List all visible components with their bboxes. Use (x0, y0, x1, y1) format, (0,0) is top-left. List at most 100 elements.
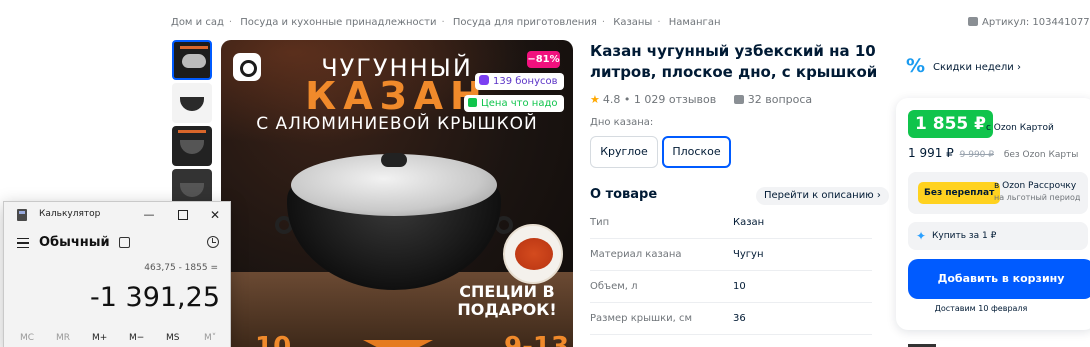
product-title: Казан чугунный узбекский на 10 литров, п… (590, 42, 878, 81)
goto-description-button[interactable]: Перейти к описанию › (756, 187, 889, 205)
maximize-button[interactable] (173, 205, 193, 225)
spice-bowl (503, 224, 563, 284)
memory-store-button[interactable]: MS (166, 333, 179, 343)
installment-text: в Ozon Рассрочку на льготный период (994, 180, 1080, 204)
spec-key: Объем, л (590, 281, 638, 292)
article-number[interactable]: Артикул: 1034410778 (968, 17, 1090, 28)
calculator-title: Калькулятор (39, 209, 101, 219)
history-icon[interactable] (207, 236, 219, 248)
spec-value: 36 (733, 313, 746, 324)
rating-separator: • (623, 93, 634, 106)
buy-for-1-button[interactable]: ✦ Купить за 1 ₽ (908, 222, 1088, 250)
breadcrumb-separator: · (228, 17, 233, 28)
breadcrumb-separator: · (601, 17, 606, 28)
spec-value: Чугун (733, 249, 764, 260)
spec-row: Материал казана Чугун (590, 239, 872, 271)
gift-text: СПЕЦИИ В ПОДАРОК! (457, 282, 557, 319)
breadcrumb-separator: · (657, 17, 661, 28)
top-cutoff-strip (0, 0, 1090, 6)
article-text: Артикул: 1034410778 (982, 17, 1090, 28)
installment-subtitle: на льготный период (994, 193, 1081, 202)
thumbnail[interactable] (172, 40, 212, 80)
thumbnail[interactable] (172, 126, 212, 166)
buy-for-1-label: Купить за 1 ₽ (932, 231, 997, 241)
spec-key: Размер крышки, см (590, 313, 693, 324)
calculator-expression: 463,75 - 1855 = (144, 263, 218, 273)
breadcrumb-item[interactable]: Дом и сад (171, 17, 224, 28)
old-price: 9 990 ₽ (959, 150, 994, 160)
option-label: Дно казана: (590, 117, 654, 128)
ozon-card-price: 1 855 ₽ (908, 110, 993, 138)
spec-row: Размер крышки, см 36 (590, 303, 872, 335)
regular-price: 1 991 ₽ (908, 146, 954, 160)
spec-row: Объем, л 10 (590, 271, 872, 303)
bonus-icon (479, 75, 489, 85)
sparkle-icon: ✦ (916, 229, 927, 243)
screen: Дом и сад · Посуда и кухонные принадлежно… (0, 0, 1090, 347)
breadcrumb-item[interactable]: Посуда для приготовления (453, 17, 597, 28)
keep-on-top-icon[interactable] (119, 237, 130, 248)
option-flat[interactable]: Плоское (662, 136, 731, 168)
memory-recall-button[interactable]: MR (56, 333, 70, 343)
memory-subtract-button[interactable]: M− (129, 333, 144, 343)
rating-row[interactable]: ★ 4.8 • 1 029 отзывов 32 вопроса (590, 93, 812, 106)
thumbnail[interactable] (172, 83, 212, 123)
thumbnail-list (172, 40, 212, 212)
memory-add-button[interactable]: M+ (92, 333, 107, 343)
delivery-date: Доставим 10 февраля (934, 304, 1028, 313)
thumbs-up-icon (468, 98, 477, 107)
thumbnail-pot (180, 183, 204, 197)
spec-key: Материал казана (590, 249, 682, 260)
ozon-card-label: с Ozon Картой (986, 123, 1054, 133)
image-bottom-arrow (363, 340, 433, 347)
bonus-text: 139 бонусов (493, 76, 558, 87)
rating-value: 4.8 (602, 93, 621, 106)
weekly-discounts-label: Скидки недели (933, 62, 1014, 73)
questions-count[interactable]: 32 вопроса (748, 93, 812, 106)
spec-row: Тип Казан (590, 207, 872, 239)
image-bottom-number: 9-13 (504, 332, 570, 347)
copy-icon (968, 17, 978, 26)
breadcrumb-item[interactable]: Наманган (669, 17, 721, 28)
thumbnail-pot (180, 140, 204, 154)
calculator-window[interactable]: Калькулятор — ✕ Обычный 463,75 - 1855 = … (3, 201, 231, 347)
installment-title: в Ozon Рассрочку (994, 181, 1077, 191)
product-main-image[interactable]: ЧУГУННЫЙ КАЗАН С АЛЮМИНИЕВОЙ КРЫШКОЙ −81… (221, 40, 573, 347)
close-button[interactable]: ✕ (205, 205, 225, 225)
questions-icon (733, 95, 744, 104)
memory-row: MC MR M+ M− MS M˅ (4, 333, 230, 347)
spec-value: Казан (733, 217, 765, 228)
calculator-result: -1 391,25 (90, 282, 220, 313)
thumbnail-text-line (178, 130, 206, 133)
star-icon: ★ (590, 93, 600, 106)
minimize-button[interactable]: — (139, 205, 159, 225)
breadcrumb-item[interactable]: Посуда и кухонные принадлежности (240, 17, 436, 28)
about-title: О товаре (590, 187, 658, 202)
chevron-right-icon: › (876, 190, 881, 201)
menu-icon[interactable] (17, 238, 29, 248)
calculator-app-icon (17, 209, 27, 221)
weekly-discounts-link[interactable]: Скидки недели › (905, 55, 1021, 77)
add-to-cart-button[interactable]: Добавить в корзину (908, 259, 1090, 299)
image-headline-3: С АЛЮМИНИЕВОЙ КРЫШКОЙ (256, 114, 538, 134)
no-card-label: без Ozon Карты (1003, 150, 1079, 160)
discount-badge: −81% (527, 51, 560, 68)
kazan-knob (381, 153, 407, 167)
memory-list-button[interactable]: M˅ (204, 333, 216, 343)
breadcrumb-separator: · (441, 17, 445, 28)
spec-key: Тип (590, 217, 610, 228)
thumbnail-pot (182, 54, 206, 68)
no-overpay-badge: Без переплат (918, 182, 1001, 204)
calculator-titlebar[interactable] (4, 202, 230, 228)
option-round[interactable]: Круглое (590, 136, 658, 168)
memory-clear-button[interactable]: MC (20, 333, 34, 343)
specs-table: Тип Казан Материал казана Чугун Объем, л 10… (590, 207, 872, 335)
percent-icon (905, 55, 927, 77)
spec-value: 10 (733, 281, 746, 292)
calculator-mode: Обычный (39, 235, 110, 250)
good-price-badge: Цена что надо (464, 95, 564, 112)
breadcrumb-item[interactable]: Казаны (613, 17, 652, 28)
bonus-badge: 139 бонусов (475, 73, 564, 90)
reviews-count[interactable]: 1 029 отзывов (634, 93, 716, 106)
regular-price-row: 1 991 ₽ 9 990 ₽ без Ozon Карты (908, 146, 1078, 160)
